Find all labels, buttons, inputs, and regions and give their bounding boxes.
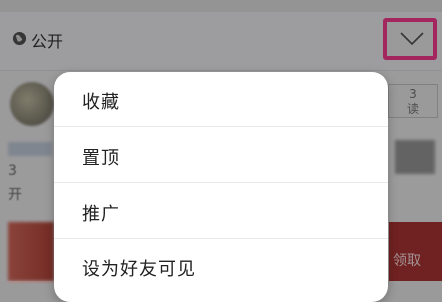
menu-item-promote[interactable]: 推广: [54, 184, 388, 239]
menu-item-label: 推广: [82, 204, 120, 225]
more-actions-menu: 收藏 置顶 推广 设为好友可见: [54, 72, 388, 302]
menu-item-friends-only[interactable]: 设为好友可见: [54, 239, 388, 294]
menu-item-label: 设为好友可见: [82, 259, 196, 280]
menu-item-label: 置顶: [82, 148, 120, 169]
menu-item-pin[interactable]: 置顶: [54, 128, 388, 183]
menu-item-label: 收藏: [82, 92, 120, 113]
menu-item-favorite[interactable]: 收藏: [54, 72, 388, 127]
